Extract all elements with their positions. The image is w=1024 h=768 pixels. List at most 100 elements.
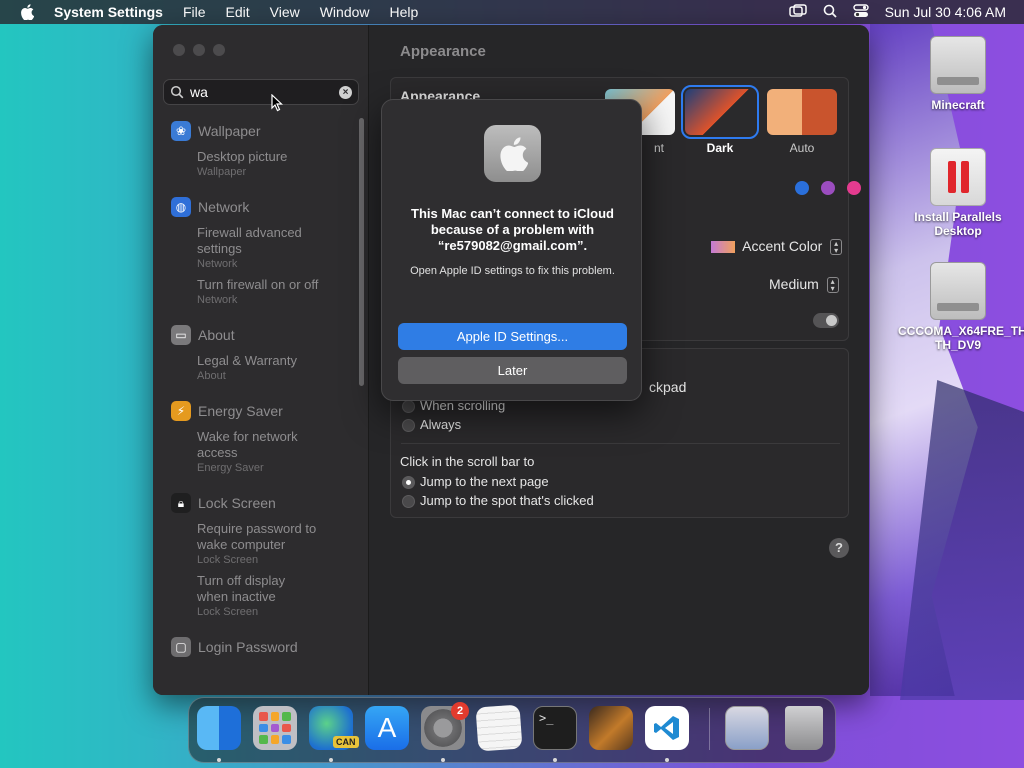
menu-clock[interactable]: Sun Jul 30 4:06 AM xyxy=(885,4,1006,20)
result-subtitle: About xyxy=(197,370,226,382)
vscode-icon[interactable] xyxy=(645,706,689,750)
result-item[interactable]: Turn off display when inactive Lock Scre… xyxy=(153,573,359,619)
control-center-icon[interactable] xyxy=(852,3,869,21)
accent-color-pink[interactable] xyxy=(847,181,861,195)
category-label: Wallpaper xyxy=(198,123,261,139)
app-store-icon[interactable]: A xyxy=(365,706,409,750)
highlight-color-swatch xyxy=(711,241,735,254)
result-item[interactable]: Desktop picture Wallpaper xyxy=(153,149,359,179)
desktop-icon-label: CCCOMA_X64FRE_TH-TH_DV9 xyxy=(898,324,1024,352)
radio-when-scrolling[interactable] xyxy=(402,400,415,413)
menu-edit[interactable]: Edit xyxy=(216,4,260,20)
accent-color-purple[interactable] xyxy=(821,181,835,195)
menu-view[interactable]: View xyxy=(260,4,310,20)
help-button[interactable]: ? xyxy=(829,538,849,558)
result-subtitle: Network xyxy=(197,258,238,270)
result-item[interactable]: Legal & Warranty About xyxy=(153,353,359,383)
result-item[interactable]: Firewall advanced settings Network xyxy=(153,225,359,271)
apple-logo-icon xyxy=(484,125,541,182)
running-indicator xyxy=(553,758,557,762)
category-label: Login Password xyxy=(198,639,298,655)
later-button[interactable]: Later xyxy=(398,357,627,384)
search-field[interactable]: × xyxy=(163,79,359,105)
edge-channel-badge: CAN xyxy=(333,736,359,748)
theme-auto[interactable]: Auto xyxy=(767,89,837,155)
result-subtitle: Energy Saver xyxy=(197,462,264,474)
finder-icon[interactable] xyxy=(197,706,241,750)
screen-mirroring-icon[interactable] xyxy=(788,3,807,21)
network-globe-icon: ◍ xyxy=(171,197,191,217)
result-subtitle: Lock Screen xyxy=(197,554,259,566)
radio-spot-clicked[interactable] xyxy=(402,495,415,508)
window-controls xyxy=(173,44,225,56)
desktop-icon-label: Minecraft xyxy=(931,98,985,112)
highlight-color-row[interactable]: Accent Color ▴ ▾ xyxy=(711,238,843,256)
result-title: Require password to wake computer xyxy=(197,521,317,552)
menu-window[interactable]: Window xyxy=(310,4,380,20)
search-results: ❀ Wallpaper Desktop picture Wallpaper ◍ … xyxy=(153,113,359,693)
result-category-lock-screen[interactable]: 🔒︎ Lock Screen xyxy=(153,491,359,515)
energy-saver-icon: ⚡ xyxy=(171,401,191,421)
desktop-icon-parallels[interactable]: Install Parallels Desktop xyxy=(898,148,1018,238)
wallpaper-tinting-toggle[interactable] xyxy=(813,313,839,328)
running-indicator xyxy=(441,758,445,762)
theme-dark[interactable]: Dark xyxy=(681,85,759,155)
textedit-icon[interactable] xyxy=(475,704,523,752)
result-category-login-password[interactable]: ▢ Login Password xyxy=(153,635,359,659)
mouse-cursor-icon xyxy=(271,94,283,112)
menu-app-name[interactable]: System Settings xyxy=(54,4,173,20)
desktop-icon-installer-disk[interactable]: CCCOMA_X64FRE_TH-TH_DV9 xyxy=(898,262,1024,352)
radio-next-page[interactable] xyxy=(402,476,415,489)
result-category-network[interactable]: ◍ Network xyxy=(153,195,359,219)
about-icon: ▭ xyxy=(171,325,191,345)
desktop-icon-minecraft[interactable]: Minecraft xyxy=(898,36,1018,112)
sidebar-icon-size-popup[interactable]: Medium ▴ ▾ xyxy=(769,276,839,294)
apple-id-settings-button[interactable]: Apple ID Settings... xyxy=(398,323,627,350)
spotlight-search-icon[interactable] xyxy=(823,4,837,21)
sidebar: × ❀ Wallpaper Desktop picture Wallpaper … xyxy=(153,25,369,695)
desktop-icon-label: Install Parallels Desktop xyxy=(914,210,1002,238)
apple-menu-icon[interactable] xyxy=(0,4,54,20)
result-item[interactable]: Turn firewall on or off Network xyxy=(153,277,359,307)
screenshot-preview-icon[interactable] xyxy=(725,706,769,750)
notification-badge: 2 xyxy=(451,702,469,720)
click-scroll-heading: Click in the scroll bar to xyxy=(400,454,535,469)
theme-dark-label: Dark xyxy=(706,141,734,155)
trash-icon[interactable] xyxy=(785,706,823,750)
result-category-energy-saver[interactable]: ⚡ Energy Saver xyxy=(153,399,359,423)
popup-chevron-icon: ▴ ▾ xyxy=(826,277,839,294)
result-category-about[interactable]: ▭ About xyxy=(153,323,359,347)
clear-search-button[interactable]: × xyxy=(339,85,352,99)
result-title: Desktop picture xyxy=(197,149,288,164)
result-title: Legal & Warranty xyxy=(197,353,297,368)
garageband-guitar-icon[interactable] xyxy=(589,706,633,750)
terminal-icon[interactable]: >_ xyxy=(533,706,577,750)
result-item[interactable]: Require password to wake computer Lock S… xyxy=(153,521,359,567)
menu-file[interactable]: File xyxy=(173,4,216,20)
result-subtitle: Network xyxy=(197,294,238,306)
sidebar-icon-size-value: Medium xyxy=(769,276,819,292)
result-title: Turn firewall on or off xyxy=(197,277,319,292)
category-label: Network xyxy=(198,199,250,215)
search-input[interactable] xyxy=(190,84,339,100)
sidebar-scrollbar[interactable] xyxy=(359,118,364,386)
launchpad-icon[interactable] xyxy=(253,706,297,750)
minimize-window-button[interactable] xyxy=(193,44,205,56)
drive-icon xyxy=(930,36,986,94)
menu-help[interactable]: Help xyxy=(380,4,429,20)
result-subtitle: Wallpaper xyxy=(197,166,247,178)
category-label: Lock Screen xyxy=(198,495,276,511)
result-category-wallpaper[interactable]: ❀ Wallpaper xyxy=(153,119,359,143)
running-indicator xyxy=(329,758,333,762)
result-title: Firewall advanced settings xyxy=(197,225,302,256)
accent-color-blue[interactable] xyxy=(795,181,809,195)
radio-always[interactable] xyxy=(402,419,415,432)
close-window-button[interactable] xyxy=(173,44,185,56)
category-label: Energy Saver xyxy=(198,403,283,419)
result-item[interactable]: Wake for network access Energy Saver xyxy=(153,429,359,475)
zoom-window-button[interactable] xyxy=(213,44,225,56)
menu-bar: System Settings File Edit View Window He… xyxy=(0,0,1024,24)
theme-dark-preview xyxy=(681,85,759,139)
dock-separator xyxy=(709,708,710,750)
option-always: Always xyxy=(420,417,462,432)
